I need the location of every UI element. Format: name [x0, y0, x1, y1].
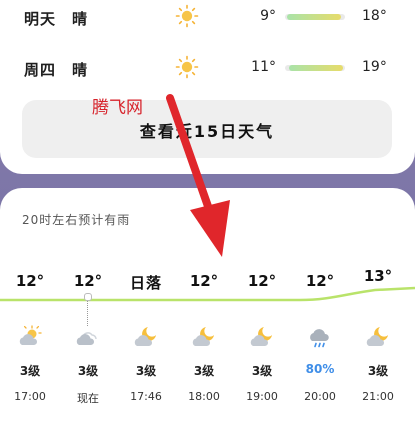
temp-range-bar — [285, 65, 345, 71]
temp-range-bar — [285, 14, 345, 20]
hour-time: 17:46 — [130, 390, 162, 403]
cloudy-icon — [60, 324, 116, 350]
day-name: 明天 — [24, 10, 57, 28]
red-arrow-annotation — [166, 94, 230, 257]
partly-sunny-icon — [2, 324, 58, 350]
temp-high: 18° — [362, 8, 387, 24]
hour-temp: 12° — [73, 272, 103, 290]
hour-temp: 12° — [15, 272, 45, 290]
rain-notice: 20时左右预计有雨 — [22, 213, 131, 227]
sun-icon — [175, 55, 199, 79]
wind-level: 3级 — [19, 364, 41, 378]
hour-temp: 12° — [247, 272, 277, 290]
rain-cloud-icon — [292, 324, 348, 350]
day-condition: 晴 — [72, 61, 88, 79]
hour-temp: 13° — [363, 267, 393, 285]
current-time-dot — [84, 293, 92, 301]
temp-low: 11° — [251, 59, 276, 75]
wind-level: 3级 — [193, 364, 215, 378]
hour-time: 20:00 — [304, 390, 336, 403]
temp-low: 9° — [260, 8, 276, 24]
moon-cloud-icon — [234, 324, 290, 350]
wind-level: 3级 — [77, 364, 99, 378]
moon-cloud-icon — [350, 324, 406, 350]
hour-temp: 12° — [305, 272, 335, 290]
day-condition: 晴 — [72, 10, 88, 28]
hour-temp: 12° — [189, 272, 219, 290]
day-name: 周四 — [24, 61, 57, 79]
daily-row-tomorrow[interactable]: 明天 晴 9° 18° — [0, 2, 415, 32]
temp-high: 19° — [362, 59, 387, 75]
sun-icon — [175, 4, 199, 28]
moon-cloud-icon — [118, 324, 174, 350]
daily-row-thursday[interactable]: 周四 晴 11° 19° — [0, 53, 415, 83]
sunset-label: 日落 — [129, 274, 162, 292]
hour-time: 19:00 — [246, 390, 278, 403]
hour-time: 17:00 — [14, 390, 46, 403]
wind-level: 3级 — [135, 364, 157, 378]
wind-level: 3级 — [251, 364, 273, 378]
wind-level: 3级 — [367, 364, 389, 378]
hour-time: 21:00 — [362, 390, 394, 403]
hour-time: 18:00 — [188, 390, 220, 403]
hour-time-now: 现在 — [77, 392, 99, 405]
precipitation-probability: 80% — [305, 362, 335, 376]
moon-cloud-icon — [176, 324, 232, 350]
watermark-text: 腾飞网 — [92, 98, 143, 118]
